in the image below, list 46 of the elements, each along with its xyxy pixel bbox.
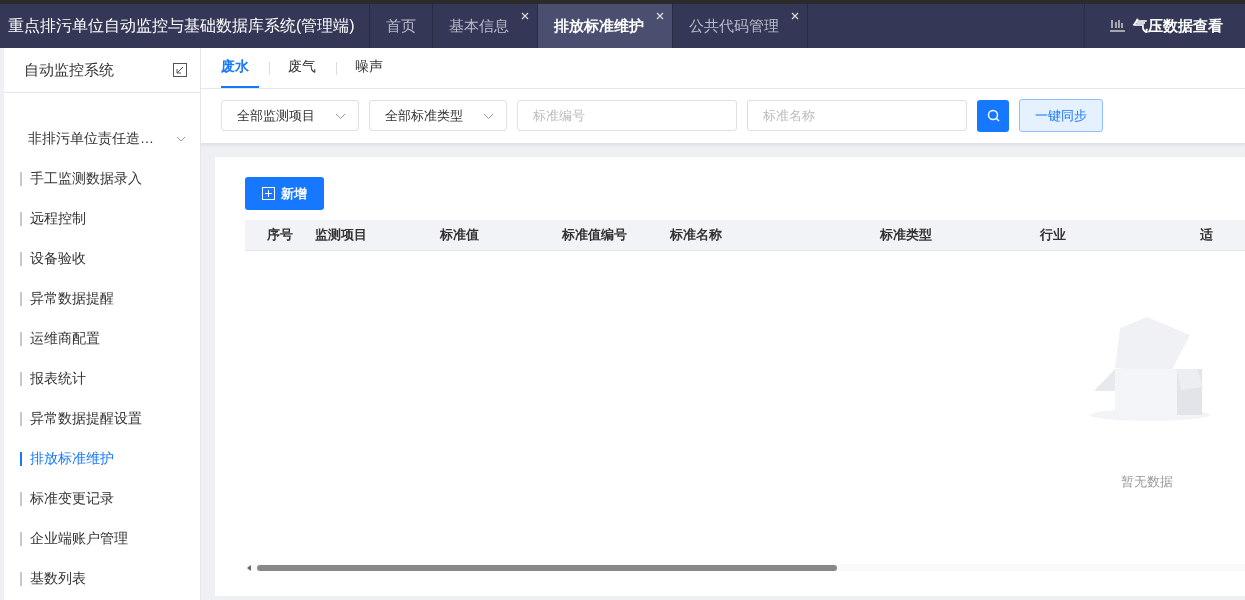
collapse-icon[interactable] bbox=[173, 63, 187, 77]
column-header: 适 bbox=[1200, 226, 1214, 244]
close-icon[interactable] bbox=[520, 12, 529, 20]
add-button[interactable]: 新增 bbox=[245, 177, 324, 210]
monitoring-item-select[interactable]: 全部监测项目 bbox=[221, 100, 359, 131]
search-button[interactable] bbox=[977, 99, 1009, 132]
plus-square-icon bbox=[262, 187, 275, 200]
horizontal-scrollbar[interactable] bbox=[247, 564, 1245, 571]
standard-code-field[interactable]: 标准编号 bbox=[517, 100, 737, 131]
chevron-down-icon bbox=[335, 112, 346, 119]
close-icon[interactable] bbox=[655, 12, 664, 20]
sidebar-group[interactable]: 非排污单位责任造… bbox=[4, 119, 200, 159]
sidebar-title: 自动监控系统 bbox=[24, 60, 114, 80]
column-header: 序号 bbox=[266, 226, 294, 244]
sidebar-item[interactable]: 排放标准维护 bbox=[4, 439, 200, 479]
column-header: 监测项目 bbox=[315, 226, 368, 244]
category-tab[interactable]: 废水 bbox=[221, 48, 259, 88]
sidebar-item[interactable]: 异常数据提醒设置 bbox=[4, 399, 200, 439]
chevron-down-icon bbox=[483, 112, 494, 119]
page-tab[interactable]: 排放标准维护 bbox=[537, 4, 673, 48]
sidebar-item[interactable]: 手工监测数据录入 bbox=[4, 159, 200, 199]
empty-text: 暂无数据 bbox=[1121, 473, 1173, 491]
sidebar-item[interactable]: 远程控制 bbox=[4, 199, 200, 239]
search-icon bbox=[986, 109, 1000, 122]
sidebar-item[interactable]: 异常数据提醒 bbox=[4, 279, 200, 319]
sync-button[interactable]: 一键同步 bbox=[1019, 99, 1103, 132]
sidebar-item[interactable]: 标准变更记录 bbox=[4, 479, 200, 519]
standard-name-field[interactable]: 标准名称 bbox=[747, 100, 967, 131]
sidebar-item[interactable]: 基数列表 bbox=[4, 559, 200, 599]
category-tab[interactable]: 噪声 bbox=[355, 48, 393, 88]
sidebar-item[interactable]: 报表统计 bbox=[4, 359, 200, 399]
sidebar-item[interactable]: 设备验收 bbox=[4, 239, 200, 279]
column-header: 标准值 bbox=[440, 226, 480, 244]
chart-bars-icon bbox=[1109, 19, 1125, 33]
column-header: 行业 bbox=[1040, 226, 1067, 244]
close-icon[interactable] bbox=[790, 12, 799, 20]
scroll-left-icon[interactable] bbox=[247, 565, 251, 571]
column-header: 标准类型 bbox=[880, 226, 933, 244]
column-header: 标准值编号 bbox=[562, 226, 628, 244]
chevron-down-icon bbox=[176, 136, 186, 142]
column-header: 标准名称 bbox=[670, 226, 723, 244]
standard-type-select[interactable]: 全部标准类型 bbox=[369, 100, 507, 131]
sidebar-item[interactable]: 企业端账户管理 bbox=[4, 519, 200, 559]
pressure-data-label: 气压数据查看 bbox=[1133, 16, 1223, 36]
category-tab[interactable]: 废气 bbox=[288, 48, 326, 88]
sidebar-item[interactable]: 运维商配置 bbox=[4, 319, 200, 359]
